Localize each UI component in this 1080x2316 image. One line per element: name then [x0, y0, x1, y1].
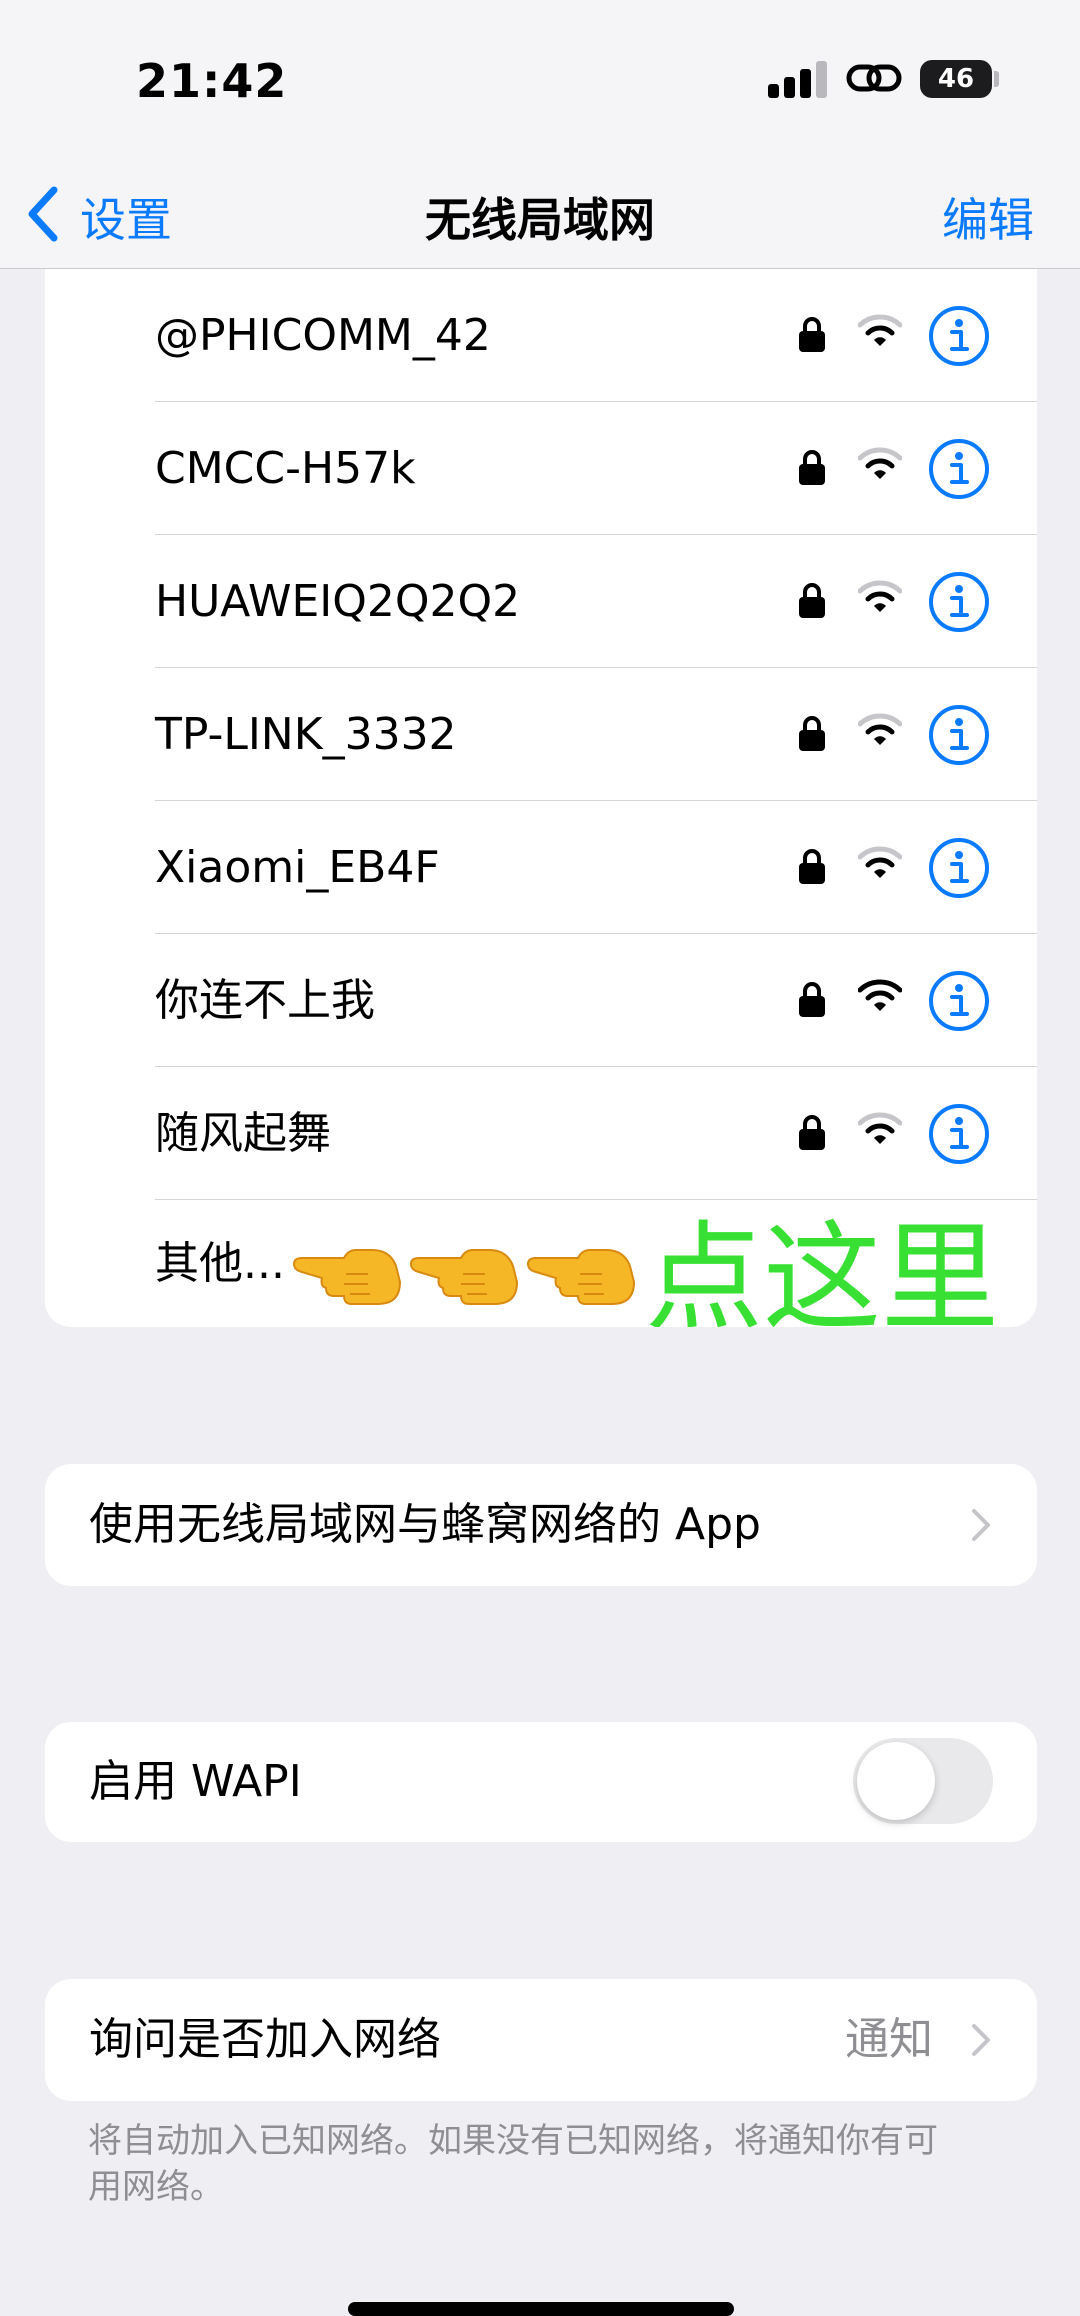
wifi-signal-icon	[858, 979, 902, 1011]
network-name: CMCC-H57k	[155, 443, 416, 494]
chevron-right-icon	[972, 2024, 990, 2056]
apps-using-wlan-row[interactable]: 使用无线局域网与蜂窝网络的 App	[45, 1464, 1037, 1586]
network-name: HUAWEIQ2Q2Q2	[155, 576, 521, 627]
network-name: TP-LINK_3332	[155, 709, 457, 760]
toggle-knob	[857, 1742, 935, 1820]
wapi-label: 启用 WAPI	[89, 1756, 302, 1807]
battery-icon: 46	[920, 60, 992, 98]
lock-icon	[799, 317, 825, 352]
battery-percent: 46	[937, 64, 975, 94]
lock-icon	[799, 583, 825, 618]
lock-icon	[799, 716, 825, 751]
network-name: Xiaomi_EB4F	[155, 842, 440, 893]
ask-to-join-value: 通知	[845, 2014, 933, 2065]
lock-icon	[799, 982, 825, 1017]
wifi-signal-icon	[858, 447, 902, 479]
status-time: 21:42	[136, 54, 288, 108]
ask-to-join-label: 询问是否加入网络	[89, 2014, 441, 2065]
pointing-finger-icon	[292, 1249, 402, 1305]
page-title: 无线局域网	[425, 193, 655, 247]
network-row[interactable]: TP-LINK_3332	[45, 668, 1037, 801]
network-name: @PHICOMM_42	[155, 310, 491, 361]
cellular-signal-icon	[768, 60, 827, 98]
info-icon[interactable]	[928, 305, 990, 367]
navigation-bar: 设置 无线局域网 编辑	[0, 160, 1080, 269]
network-row[interactable]: HUAWEIQ2Q2Q2	[45, 535, 1037, 668]
personal-hotspot-link-icon	[846, 64, 902, 92]
ask-to-join-footnote: 将自动加入已知网络。如果没有已知网络，将通知你有可用网络。	[88, 2121, 938, 2207]
network-list: @PHICOMM_42 CMCC-H57k HUAWEIQ2Q2Q2 TP-LI…	[45, 269, 1037, 1327]
wifi-signal-icon	[858, 713, 902, 745]
info-icon[interactable]	[928, 571, 990, 633]
wifi-signal-icon	[858, 1112, 902, 1144]
chevron-right-icon	[972, 1509, 990, 1541]
wifi-signal-icon	[858, 580, 902, 612]
pointing-finger-icon	[409, 1249, 519, 1305]
info-icon[interactable]	[928, 837, 990, 899]
network-row[interactable]: CMCC-H57k	[45, 402, 1037, 535]
lock-icon	[799, 1115, 825, 1150]
battery-cap	[994, 71, 999, 87]
network-row[interactable]: Xiaomi_EB4F	[45, 801, 1037, 934]
info-icon[interactable]	[928, 704, 990, 766]
network-name: 随风起舞	[155, 1108, 331, 1159]
network-row[interactable]: @PHICOMM_42	[45, 269, 1037, 402]
apps-using-wlan-label: 使用无线局域网与蜂窝网络的 App	[89, 1499, 761, 1550]
lock-icon	[799, 849, 825, 884]
network-row[interactable]: 随风起舞	[45, 1067, 1037, 1200]
other-network-row[interactable]: 其他... 点这里	[45, 1200, 1037, 1327]
wapi-toggle[interactable]	[853, 1738, 993, 1824]
status-bar: 21:42 46	[0, 0, 1080, 160]
info-icon[interactable]	[928, 438, 990, 500]
network-name: 你连不上我	[155, 975, 375, 1026]
info-icon[interactable]	[928, 1103, 990, 1165]
edit-button[interactable]: 编辑	[942, 184, 1034, 250]
wapi-row: 启用 WAPI	[45, 1722, 1037, 1842]
wifi-signal-icon	[858, 314, 902, 346]
home-indicator	[348, 2302, 734, 2316]
info-icon[interactable]	[928, 970, 990, 1032]
other-network-label: 其他...	[155, 1238, 285, 1289]
lock-icon	[799, 450, 825, 485]
ask-to-join-row[interactable]: 询问是否加入网络 通知	[45, 1979, 1037, 2101]
pointing-finger-icon	[526, 1249, 636, 1305]
annotation-click-here: 点这里	[645, 1209, 1000, 1327]
network-row[interactable]: 你连不上我	[45, 934, 1037, 1067]
wifi-signal-icon	[858, 846, 902, 878]
